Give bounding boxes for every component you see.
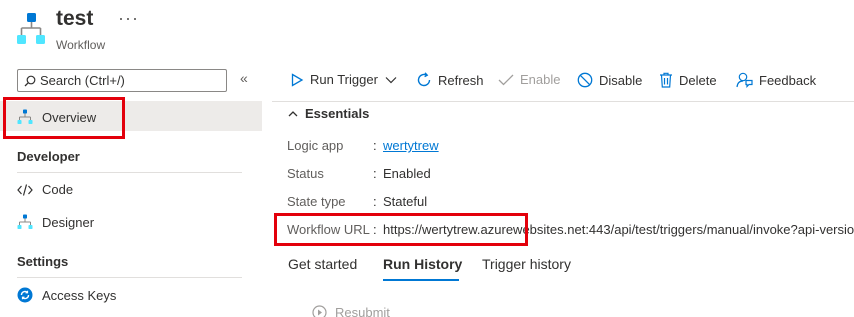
- disable-button[interactable]: Disable: [577, 72, 642, 88]
- workflow-icon: [17, 13, 45, 44]
- refresh-icon: [417, 72, 431, 87]
- colon: :: [373, 166, 377, 181]
- tab-get-started[interactable]: Get started: [288, 256, 357, 272]
- state-type-value: Stateful: [383, 194, 428, 209]
- feedback-button[interactable]: Feedback: [736, 72, 816, 88]
- designer-icon: [17, 214, 33, 229]
- code-icon: [17, 183, 33, 196]
- chevron-down-icon: [385, 76, 397, 83]
- resubmit-button[interactable]: Resubmit: [312, 305, 390, 317]
- disable-label: Disable: [599, 72, 643, 88]
- sidebar-item-access-keys[interactable]: Access Keys: [17, 287, 116, 303]
- page-title: test: [56, 7, 94, 30]
- section-title-settings: Settings: [17, 254, 69, 269]
- state-type-label: State type: [287, 194, 346, 209]
- divider: [17, 277, 242, 278]
- sidebar-item-label: Access Keys: [42, 287, 117, 303]
- delete-button[interactable]: Delete: [659, 72, 717, 88]
- essentials-title: Essentials: [305, 106, 370, 121]
- access-keys-icon: [17, 287, 33, 303]
- sidebar-item-code[interactable]: Code: [17, 182, 73, 197]
- feedback-label: Feedback: [759, 72, 817, 88]
- tab-run-history[interactable]: Run History: [383, 256, 462, 272]
- essentials-toggle[interactable]: Essentials: [288, 106, 369, 121]
- more-options-button[interactable]: ···: [118, 8, 139, 29]
- toolbar-divider: [272, 101, 854, 102]
- trash-icon: [660, 72, 672, 88]
- resubmit-icon: [312, 305, 327, 317]
- run-trigger-label: Run Trigger: [310, 72, 378, 87]
- play-icon: [291, 72, 304, 87]
- colon: :: [373, 194, 377, 209]
- enable-label: Enable: [520, 72, 561, 87]
- search-icon: [24, 75, 36, 86]
- enable-button[interactable]: Enable: [498, 72, 560, 87]
- tab-trigger-history[interactable]: Trigger history: [482, 256, 571, 272]
- active-tab-indicator: [383, 279, 459, 281]
- colon: :: [373, 138, 377, 153]
- logic-app-link[interactable]: wertytrew: [383, 138, 439, 153]
- disable-icon: [577, 72, 593, 88]
- search-input[interactable]: [40, 73, 210, 88]
- refresh-label: Refresh: [438, 72, 484, 88]
- resubmit-label: Resubmit: [335, 305, 390, 317]
- section-title-developer: Developer: [17, 149, 80, 164]
- feedback-icon: [736, 72, 753, 88]
- status-value: Enabled: [383, 166, 431, 181]
- search-box[interactable]: [17, 69, 227, 92]
- refresh-button[interactable]: Refresh: [416, 72, 484, 88]
- divider: [17, 172, 242, 173]
- sidebar-item-label: Designer: [42, 214, 95, 230]
- logic-app-label: Logic app: [287, 138, 344, 153]
- page-subtitle: Workflow: [56, 38, 106, 52]
- sidebar-item-label: Code: [42, 182, 74, 197]
- sidebar-item-designer[interactable]: Designer: [17, 214, 94, 230]
- status-label: Status: [287, 166, 324, 181]
- chevron-up-icon: [288, 111, 298, 117]
- collapse-sidebar-button[interactable]: «: [240, 70, 248, 86]
- checkmark-icon: [498, 74, 514, 85]
- delete-label: Delete: [679, 72, 717, 88]
- run-trigger-button[interactable]: Run Trigger: [290, 72, 397, 87]
- highlight-box-workflow-url: [274, 213, 528, 246]
- highlight-box-overview: [3, 97, 125, 139]
